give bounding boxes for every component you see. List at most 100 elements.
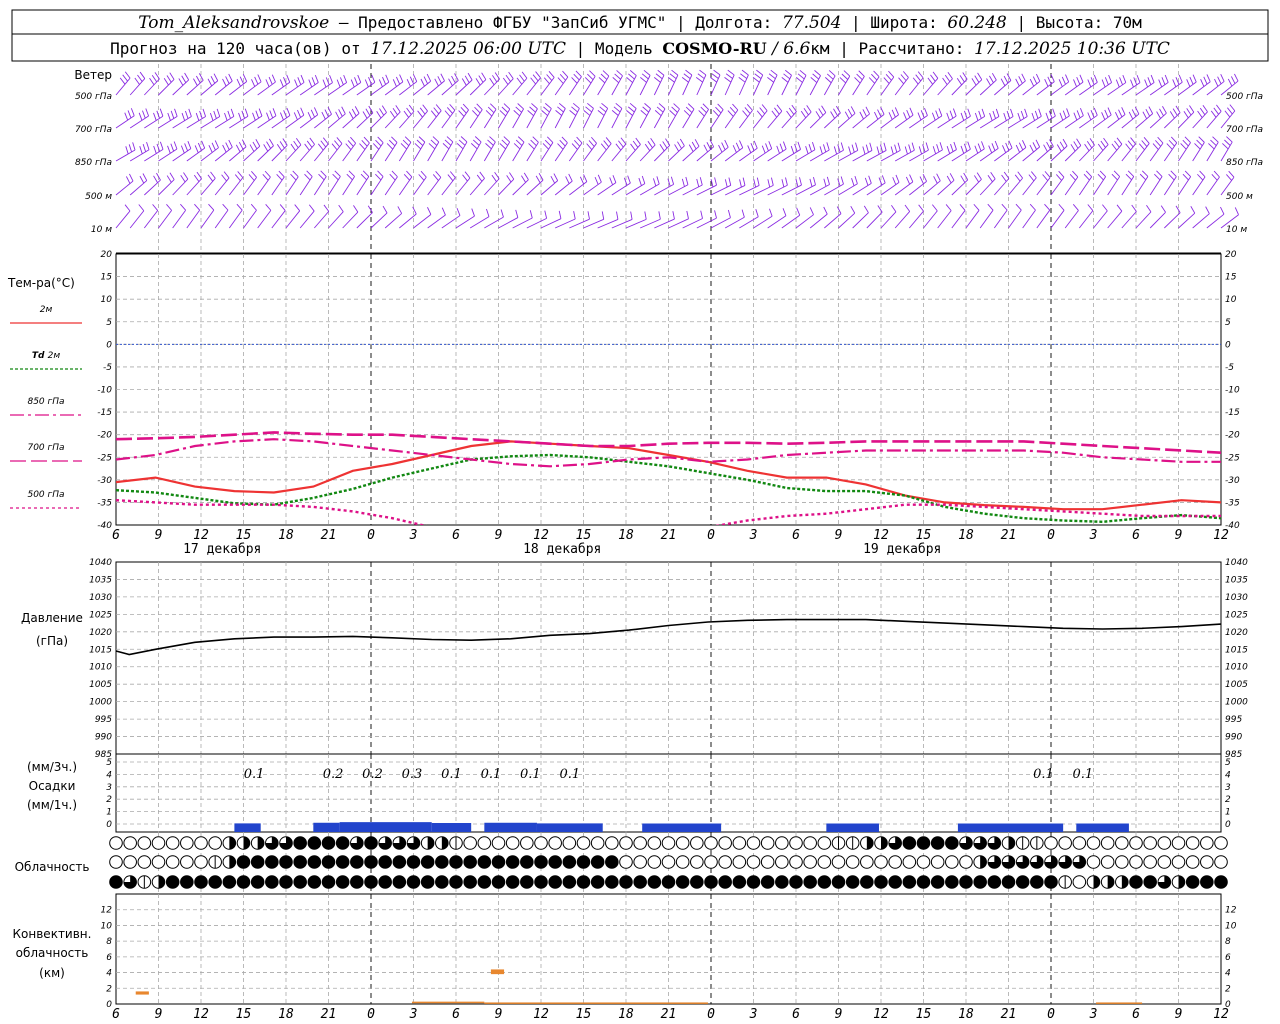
x-tick-label: 12 xyxy=(533,528,549,543)
cloud-glyph xyxy=(718,836,732,850)
y-tick-label-right: 1020 xyxy=(1225,628,1248,638)
y-tick-label-left: 1020 xyxy=(89,628,112,638)
conv-x-tick-label: 15 xyxy=(576,1007,592,1022)
cloud-glyph-fill xyxy=(874,875,888,889)
cloud-glyph-fill xyxy=(1129,875,1143,889)
y-tick-label-left: 12 xyxy=(101,906,113,916)
cloud-glyph xyxy=(562,836,577,850)
cloud-glyph-fill xyxy=(364,875,378,889)
x-tick-label: 12 xyxy=(873,528,889,543)
cloud-glyph xyxy=(647,855,662,869)
y-tick-label-right: -5 xyxy=(1225,363,1234,373)
conv-x-tick-label: 6 xyxy=(1132,1007,1140,1022)
cloud-glyph-fill xyxy=(1044,875,1058,889)
cloud-glyph xyxy=(505,836,520,850)
y-tick-label-left: 10 xyxy=(101,921,113,931)
y-tick-label-right: 5 xyxy=(1225,758,1231,768)
y-tick-label-right: 1005 xyxy=(1225,680,1248,690)
cloud-glyph-fill xyxy=(548,855,562,869)
day-label: 18 декабря xyxy=(523,542,601,557)
precip-bar xyxy=(536,823,603,832)
cloud-glyph xyxy=(477,836,492,850)
cloud-glyph xyxy=(945,855,959,869)
cloud-glyph xyxy=(590,836,605,850)
cloud-glyph xyxy=(1171,836,1186,850)
cloud-glyph-fill xyxy=(648,875,661,889)
cloud-glyph xyxy=(109,836,123,850)
wind-level-label-left: 700 гПа xyxy=(75,125,112,135)
cloud-glyph-fill xyxy=(322,875,335,889)
cloud-glyph xyxy=(208,836,222,850)
conv-x-tick-label: 9 xyxy=(1175,1007,1183,1022)
y-tick-label-right: 0 xyxy=(1225,820,1231,830)
y-tick-label-left: 6 xyxy=(106,953,112,963)
precip-title: Осадки xyxy=(29,779,76,793)
y-tick-label-right: 0 xyxy=(1225,340,1231,350)
cloud-glyph-fill xyxy=(378,875,392,889)
cloud-glyph xyxy=(1044,836,1058,850)
precip-3h-label: 0.1 xyxy=(520,767,541,782)
cloud-glyph-fill xyxy=(662,875,675,889)
cloud-glyph-fill xyxy=(988,875,1001,889)
x-tick-label: 15 xyxy=(236,528,252,543)
x-tick-label: 9 xyxy=(1175,528,1183,543)
cloud-glyph-fill xyxy=(336,875,349,889)
cloud-glyph-fill xyxy=(449,855,463,869)
model-unit: км xyxy=(810,39,830,58)
forecast-label: Прогноз на 120 часа(ов) от xyxy=(110,39,370,58)
precip-unit-1h: (мм/1ч.) xyxy=(27,798,77,812)
cloud-glyph-fill xyxy=(407,875,420,889)
legend-label: 2м xyxy=(40,305,53,315)
latitude-value: 60.248 xyxy=(947,13,1007,33)
y-tick-label-left: 0 xyxy=(106,340,112,350)
x-tick-label: 12 xyxy=(193,528,209,543)
wind-title: Ветер xyxy=(74,68,112,82)
y-tick-label-left: 1030 xyxy=(89,593,112,603)
precip-3h-label: 0.1 xyxy=(1033,767,1054,782)
conv-x-tick-label: 21 xyxy=(1001,1007,1017,1022)
cloud-glyph-fill xyxy=(350,855,364,869)
y-tick-label-left: -40 xyxy=(97,521,112,531)
y-tick-label-left: -35 xyxy=(97,498,112,508)
cloud-glyph xyxy=(860,855,874,869)
y-tick-label-left: 1025 xyxy=(89,610,112,620)
precip-bar xyxy=(339,822,432,832)
cloud-glyph-fill xyxy=(534,855,548,869)
cloud-glyph-fill xyxy=(605,875,619,889)
y-tick-label-left: 995 xyxy=(95,715,112,725)
cloud-glyph xyxy=(463,836,477,850)
cloud-glyph xyxy=(874,855,888,869)
cloud-glyph-fill xyxy=(733,875,746,889)
cloud-glyph xyxy=(690,855,704,869)
cloud-glyph xyxy=(1200,836,1214,850)
cloud-glyph-fill xyxy=(463,875,477,889)
cloud-glyph xyxy=(732,855,747,869)
cloud-glyph-fill xyxy=(704,875,718,889)
conv-x-tick-label: 12 xyxy=(193,1007,209,1022)
cloud-glyph xyxy=(831,855,846,869)
wind-level-label-left: 850 гПа xyxy=(75,158,112,168)
cloud-glyph-fill xyxy=(534,875,548,889)
cloud-glyph-fill xyxy=(1016,875,1029,889)
y-tick-label-right: -25 xyxy=(1225,453,1240,463)
precip-bar xyxy=(957,823,1064,832)
y-tick-label-left: 8 xyxy=(106,937,112,947)
cloud-glyph-fill xyxy=(279,875,293,889)
cloud-glyph-fill xyxy=(463,855,477,869)
conv-x-tick-label: 0 xyxy=(1047,1007,1055,1022)
calc-label: | Рассчитано: xyxy=(830,39,975,58)
y-tick-label-left: 0 xyxy=(106,820,112,830)
cloud-glyph xyxy=(1200,855,1214,869)
cloud-glyph-fill xyxy=(917,875,930,889)
cloud-glyph xyxy=(775,836,789,850)
conv-x-tick-label: 0 xyxy=(367,1007,375,1022)
precip-bar xyxy=(431,823,472,832)
precip-3h-label: 0.2 xyxy=(362,767,383,782)
cloud-glyph-fill xyxy=(903,875,916,889)
x-tick-label: 9 xyxy=(155,528,163,543)
header-line-2: Прогноз на 120 часа(ов) от 17.12.2025 06… xyxy=(110,39,1170,59)
cloud-glyph-fill xyxy=(1030,875,1044,889)
wind-level-label-right: 500 м xyxy=(1226,192,1253,202)
y-tick-label-left: 1010 xyxy=(89,663,112,673)
convective-bar xyxy=(490,969,505,975)
